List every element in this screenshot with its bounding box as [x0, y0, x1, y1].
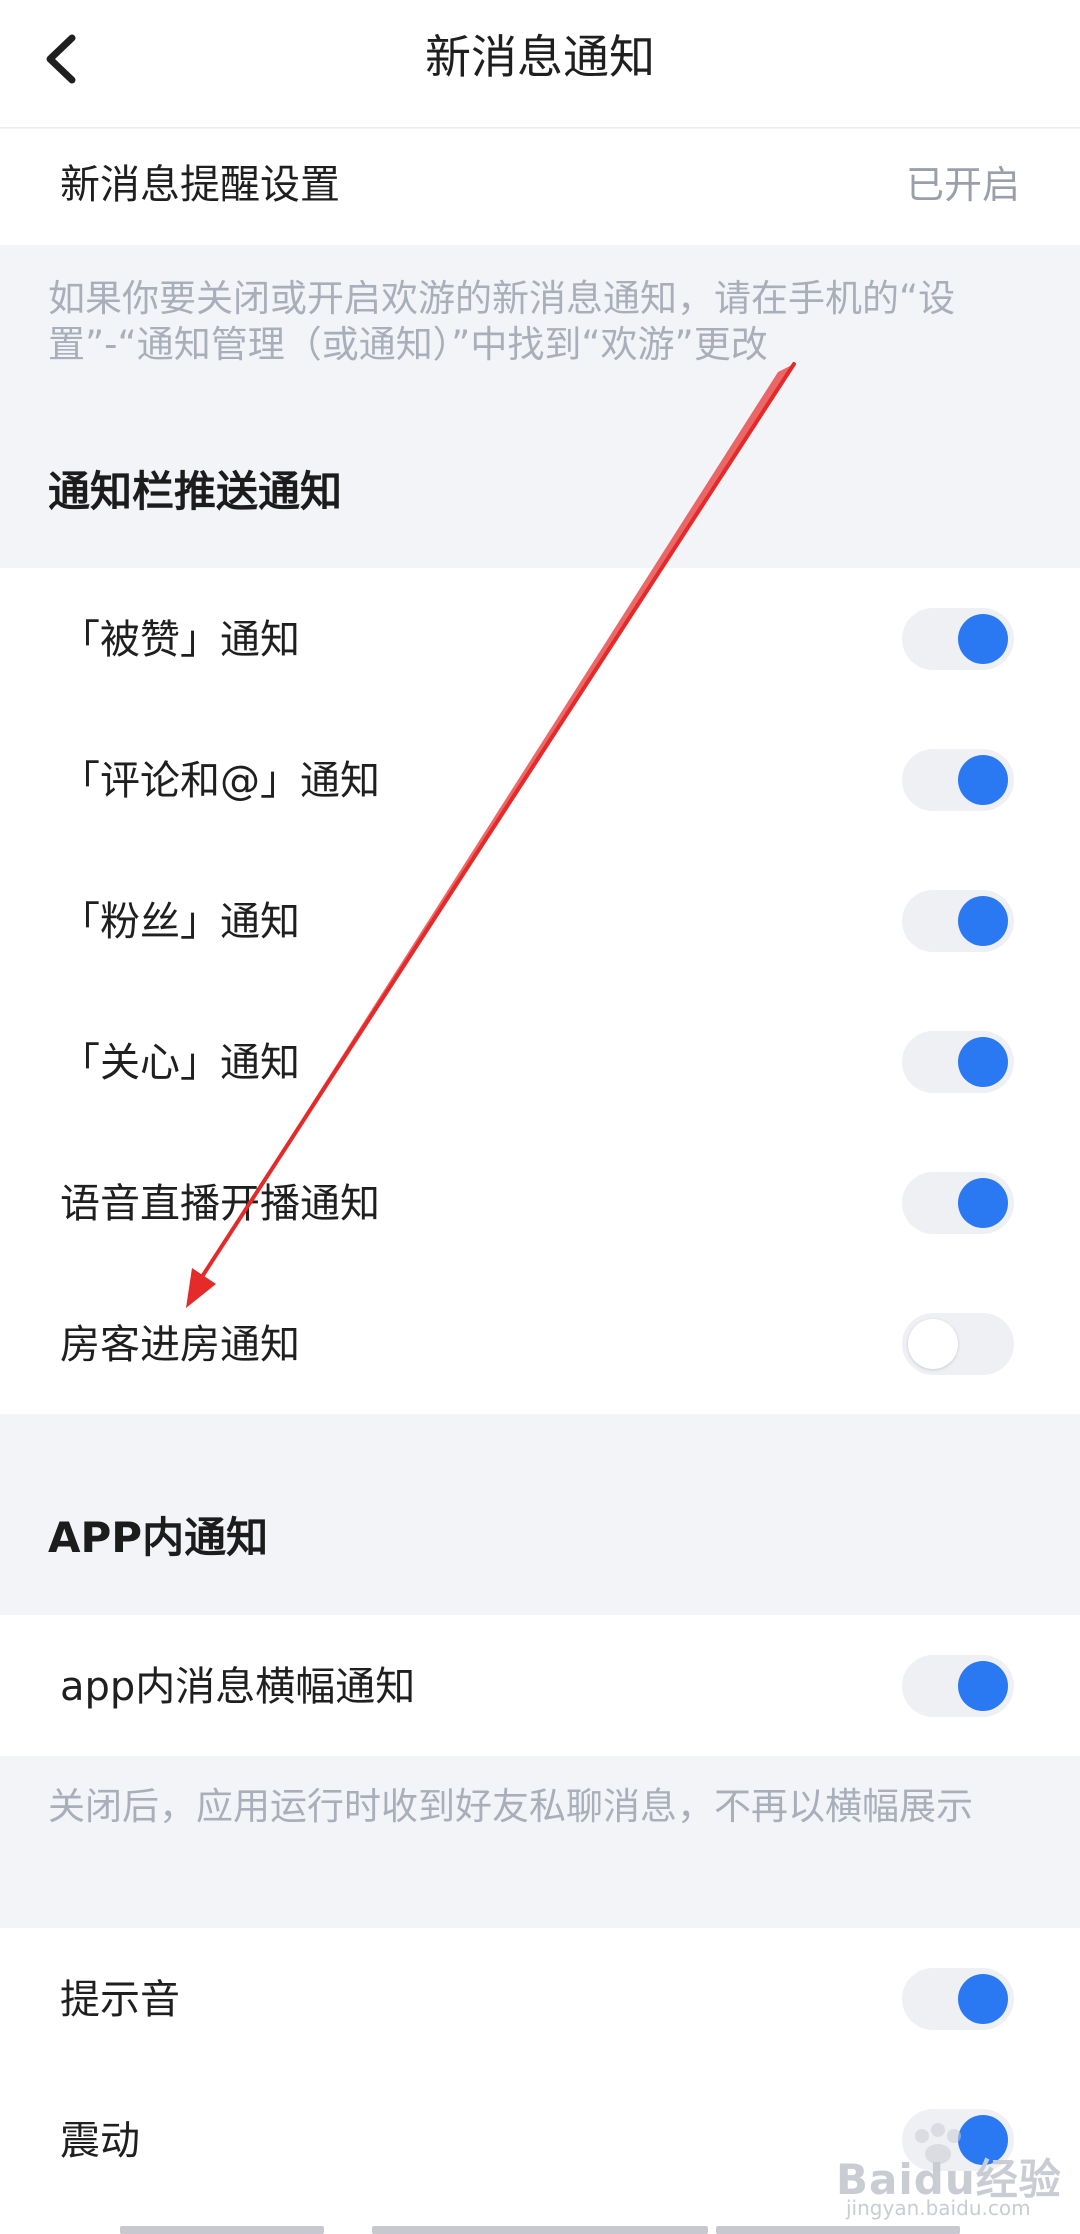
banner-hint: 关闭后，应用运行时收到好友私聊消息，不再以横幅展示 — [48, 1785, 973, 1828]
push-notification-list: 「被赞」通知 「评论和@」通知 「粉丝」通知 「关心」通知 语音直播开播通知 房… — [0, 568, 1080, 1414]
push-item-care: 「关心」通知 — [0, 991, 1080, 1132]
push-item-guest-enter: 房客进房通知 — [0, 1273, 1080, 1414]
push-item-label: 「评论和@」通知 — [60, 758, 380, 804]
push-item-label: 「粉丝」通知 — [60, 899, 300, 945]
push-item-label: 「关心」通知 — [60, 1040, 300, 1086]
reminder-setting-label: 新消息提醒设置 — [60, 162, 340, 208]
bottom-bar-segment — [372, 2226, 708, 2234]
bottom-bar-segment — [716, 2226, 960, 2234]
live-start-toggle[interactable] — [902, 1172, 1014, 1234]
push-item-comments: 「评论和@」通知 — [0, 709, 1080, 850]
toggle-knob — [958, 1037, 1008, 1087]
toggle-knob — [958, 614, 1008, 664]
push-section-title: 通知栏推送通知 — [48, 467, 343, 516]
sound-toggle[interactable] — [902, 1968, 1014, 2030]
push-item-likes: 「被赞」通知 — [0, 568, 1080, 709]
toggle-knob — [908, 1319, 958, 1369]
toggle-knob — [958, 1661, 1008, 1711]
system-settings-hint: 如果你要关闭或开启欢游的新消息通知，请在手机的“设置”-“通知管理（或通知）”中… — [48, 277, 956, 366]
toggle-knob — [958, 896, 1008, 946]
care-toggle[interactable] — [902, 1031, 1014, 1093]
toggle-knob — [958, 755, 1008, 805]
push-item-live-start: 语音直播开播通知 — [0, 1132, 1080, 1273]
push-item-fans: 「粉丝」通知 — [0, 850, 1080, 991]
banner-notification-label: app内消息横幅通知 — [60, 1664, 416, 1710]
push-item-label: 房客进房通知 — [60, 1322, 300, 1368]
settings-page: 新消息通知 新消息提醒设置 已开启 如果你要关闭或开启欢游的新消息通知，请在手机… — [0, 0, 1080, 2234]
toggle-knob — [958, 1974, 1008, 2024]
watermark-url: jingyan.baidu.com — [846, 2196, 1031, 2220]
nav-bar: 新消息通知 — [0, 0, 1080, 128]
guest-enter-toggle[interactable] — [902, 1313, 1014, 1375]
sound-row: 提示音 — [0, 1928, 1080, 2069]
bottom-bar-segment — [120, 2226, 324, 2234]
fans-toggle[interactable] — [902, 890, 1014, 952]
push-item-label: 「被赞」通知 — [60, 617, 300, 663]
vibrate-label: 震动 — [60, 2118, 140, 2164]
toggle-knob — [958, 1178, 1008, 1228]
app-section-title: APP内通知 — [48, 1513, 269, 1562]
reminder-setting-value: 已开启 — [905, 163, 1020, 207]
likes-toggle[interactable] — [902, 608, 1014, 670]
sound-label: 提示音 — [60, 1977, 180, 2023]
push-item-label: 语音直播开播通知 — [60, 1181, 380, 1227]
banner-notification-row: app内消息横幅通知 — [0, 1615, 1080, 1756]
banner-toggle[interactable] — [902, 1655, 1014, 1717]
page-title: 新消息通知 — [425, 30, 655, 84]
comments-toggle[interactable] — [902, 749, 1014, 811]
reminder-setting-row[interactable]: 新消息提醒设置 已开启 — [0, 129, 1080, 245]
